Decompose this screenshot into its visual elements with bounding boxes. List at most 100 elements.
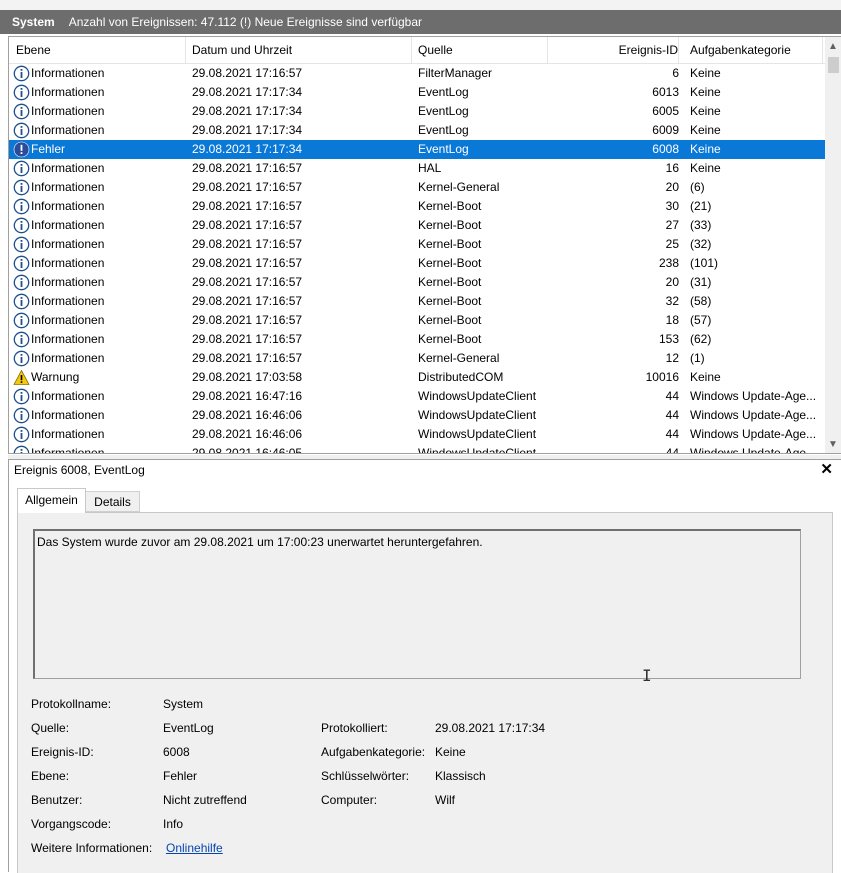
table-row[interactable]: Warnung 29.08.2021 17:03:58 DistributedCOM… <box>9 368 827 387</box>
cell-source: Kernel-General <box>418 351 500 365</box>
level-value: Fehler <box>163 769 198 783</box>
cell-source: Kernel-Boot <box>418 256 482 270</box>
cell-level: Informationen <box>31 180 105 194</box>
cell-category: (1) <box>690 351 705 365</box>
cell-category: (62) <box>690 332 712 346</box>
cell-source: EventLog <box>418 85 469 99</box>
cell-event-id: 6013 <box>652 85 679 99</box>
tab-details[interactable]: Details <box>86 491 140 512</box>
table-row[interactable]: Fehler 29.08.2021 17:17:34 EventLog 6008 Kei… <box>9 140 827 159</box>
column-header-source[interactable]: Quelle <box>412 37 548 63</box>
description-text: Das System wurde zuvor am 29.08.2021 um … <box>37 535 483 549</box>
cell-date: 29.08.2021 17:16:57 <box>192 351 303 365</box>
cell-date: 29.08.2021 17:16:57 <box>192 294 303 308</box>
cell-source: Kernel-Boot <box>418 275 482 289</box>
cell-event-id: 25 <box>665 237 679 251</box>
table-row[interactable]: Informationen 29.08.2021 17:16:57 Kernel-B… <box>9 216 827 235</box>
cell-category: (57) <box>690 313 712 327</box>
cell-date: 29.08.2021 17:16:57 <box>192 199 303 213</box>
table-row[interactable]: Informationen 29.08.2021 17:17:34 EventLog… <box>9 121 827 140</box>
info-icon <box>13 331 30 348</box>
column-header-event-id[interactable]: Ereignis-ID <box>548 37 679 63</box>
cell-source: WindowsUpdateClient <box>418 408 537 422</box>
cell-event-id: 238 <box>658 256 679 270</box>
cell-date: 29.08.2021 17:16:57 <box>192 237 303 251</box>
table-row[interactable]: Informationen 29.08.2021 17:17:34 EventLog… <box>9 83 827 102</box>
cell-date: 29.08.2021 17:16:57 <box>192 161 303 175</box>
table-row[interactable]: Informationen 29.08.2021 17:17:34 EventLog… <box>9 102 827 121</box>
event-rows: Informationen 29.08.2021 17:16:57 FilterMa… <box>9 64 827 454</box>
cell-category: (58) <box>690 294 712 308</box>
table-row[interactable]: Informationen 29.08.2021 16:46:06 WindowsU… <box>9 406 827 425</box>
error-icon <box>13 141 30 158</box>
cell-source: Kernel-General <box>418 180 500 194</box>
cell-level: Informationen <box>31 85 105 99</box>
cell-category: Keine <box>690 123 721 137</box>
table-row[interactable]: Informationen 29.08.2021 16:46:06 WindowsU… <box>9 425 827 444</box>
column-header-level[interactable]: Ebene <box>9 37 186 63</box>
event-id-label: Ereignis-ID: <box>31 745 94 759</box>
column-header-category[interactable]: Aufgabenkategorie <box>684 37 823 63</box>
table-row[interactable]: Informationen 29.08.2021 17:16:57 Kernel-G… <box>9 178 827 197</box>
user-value: Nicht zutreffend <box>163 793 247 807</box>
category-value: Keine <box>435 745 466 759</box>
close-icon[interactable]: ✕ <box>820 460 833 478</box>
table-row[interactable]: Informationen 29.08.2021 16:47:16 WindowsU… <box>9 387 827 406</box>
table-row[interactable]: Informationen 29.08.2021 17:16:57 Kernel-B… <box>9 273 827 292</box>
table-row[interactable]: Informationen 29.08.2021 17:16:57 Kernel-B… <box>9 197 827 216</box>
cell-event-id: 30 <box>665 199 679 213</box>
table-row[interactable]: Informationen 29.08.2021 17:16:57 HAL 16 Kei… <box>9 159 827 178</box>
scroll-down-arrow-icon[interactable]: ▼ <box>825 437 841 453</box>
detail-title: Ereignis 6008, EventLog <box>14 463 145 477</box>
info-icon <box>13 407 30 424</box>
table-row[interactable]: Informationen 29.08.2021 17:16:57 Kernel-B… <box>9 292 827 311</box>
table-row[interactable]: Informationen 29.08.2021 17:16:57 Kernel-B… <box>9 254 827 273</box>
cell-date: 29.08.2021 16:46:06 <box>192 408 303 422</box>
online-help-link[interactable]: Onlinehilfe <box>166 841 223 855</box>
cell-category: (31) <box>690 275 712 289</box>
event-description[interactable]: Das System wurde zuvor am 29.08.2021 um … <box>33 529 801 685</box>
cell-event-id: 6005 <box>652 104 679 118</box>
log-name-label: Protokollname: <box>31 697 112 711</box>
cell-event-id: 10016 <box>645 370 679 384</box>
cell-category: Windows Update-Age... <box>690 446 817 454</box>
cell-category: Windows Update-Age... <box>690 427 817 441</box>
cell-event-id: 18 <box>665 313 679 327</box>
cell-event-id: 153 <box>658 332 679 346</box>
table-row[interactable]: Informationen 29.08.2021 17:16:57 Kernel-B… <box>9 311 827 330</box>
user-label: Benutzer: <box>31 793 83 807</box>
table-row[interactable]: Informationen 29.08.2021 16:46:05 WindowsU… <box>9 444 827 454</box>
table-row[interactable]: Informationen 29.08.2021 17:16:57 FilterMa… <box>9 64 827 83</box>
cell-date: 29.08.2021 17:16:57 <box>192 275 303 289</box>
log-title-bar: System Anzahl von Ereignissen: 47.112 (!… <box>0 10 841 34</box>
info-icon <box>13 350 30 367</box>
keywords-label: Schlüsselwörter: <box>321 769 410 783</box>
cell-source: EventLog <box>418 104 469 118</box>
tab-general[interactable]: Allgemein <box>17 488 86 513</box>
info-icon <box>13 84 30 101</box>
cell-level: Informationen <box>31 161 105 175</box>
table-row[interactable]: Informationen 29.08.2021 17:16:57 Kernel-B… <box>9 330 827 349</box>
scroll-up-arrow-icon[interactable]: ▲ <box>825 39 841 55</box>
info-icon <box>13 388 30 405</box>
table-row[interactable]: Informationen 29.08.2021 17:16:57 Kernel-G… <box>9 349 827 368</box>
column-header-date[interactable]: Datum und Uhrzeit <box>186 37 412 63</box>
cell-category: (32) <box>690 237 712 251</box>
cell-category: Keine <box>690 161 721 175</box>
cell-level: Informationen <box>31 199 105 213</box>
cell-event-id: 27 <box>665 218 679 232</box>
scroll-thumb[interactable] <box>828 57 839 73</box>
cell-level: Fehler <box>31 142 66 156</box>
table-row[interactable]: Informationen 29.08.2021 17:16:57 Kernel-B… <box>9 235 827 254</box>
cell-date: 29.08.2021 17:16:57 <box>192 218 303 232</box>
opcode-value: Info <box>163 817 184 831</box>
event-list[interactable]: Ebene Datum und Uhrzeit Quelle Ereignis-… <box>8 36 841 454</box>
cell-level: Informationen <box>31 332 105 346</box>
cell-source: DistributedCOM <box>418 370 504 384</box>
cell-event-id: 44 <box>665 408 679 422</box>
cell-event-id: 6008 <box>652 142 679 156</box>
cell-level: Informationen <box>31 313 105 327</box>
cell-source: Kernel-Boot <box>418 218 482 232</box>
cell-source: Kernel-Boot <box>418 294 482 308</box>
list-scrollbar[interactable]: ▲ ▼ <box>825 37 841 453</box>
